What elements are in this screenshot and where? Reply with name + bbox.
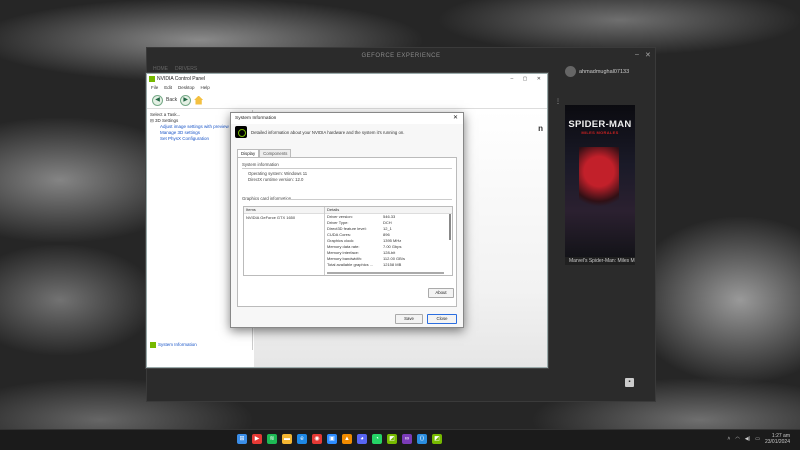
ncp-menubar: File Edit Desktop Help bbox=[147, 84, 547, 92]
gfe-nav: HOME DRIVERS bbox=[153, 66, 197, 72]
gfe-tab-home[interactable]: HOME bbox=[153, 66, 168, 72]
gfe-minimize-button[interactable]: – bbox=[635, 51, 639, 58]
details-scrollbar[interactable] bbox=[449, 214, 451, 240]
game-card-spiderman[interactable]: SPIDER-MAN MILES MORALES Marvel's Spider… bbox=[565, 105, 635, 265]
clock[interactable]: 1:27 am 23/01/2024 bbox=[765, 433, 790, 445]
display-panel: System information Operating system: Win… bbox=[237, 157, 457, 307]
discord-icon[interactable]: ◕ bbox=[357, 434, 367, 444]
visual-studio-icon[interactable]: ∞ bbox=[402, 434, 412, 444]
zoom-icon[interactable]: ▣ bbox=[327, 434, 337, 444]
spotify-icon[interactable]: ≋ bbox=[267, 434, 277, 444]
system-information-dialog: System Information ✕ Detailed informatio… bbox=[230, 112, 464, 328]
about-button[interactable]: About bbox=[428, 288, 454, 298]
ncp-toolbar: ◀ Back ▶ bbox=[147, 92, 547, 109]
windows-start-icon[interactable]: ⊞ bbox=[237, 434, 247, 444]
nvidia-brand: n bbox=[538, 124, 543, 133]
more-icon[interactable]: ⋮ bbox=[555, 99, 561, 105]
detail-value: 12158 MB bbox=[383, 262, 402, 267]
youtube-icon[interactable]: ▶ bbox=[252, 434, 262, 444]
dialog-tabs: Display Components bbox=[237, 149, 292, 157]
menu-file[interactable]: File bbox=[151, 84, 158, 92]
gfe-tile-controls: ⋮ bbox=[555, 98, 561, 105]
menu-edit[interactable]: Edit bbox=[164, 84, 172, 92]
game-title: Marvel's Spider-Man: Miles Morales bbox=[569, 258, 635, 264]
back-arrow-icon[interactable]: ◀ bbox=[152, 94, 163, 106]
gfe-title: GEFORCE EXPERIENCE bbox=[361, 53, 441, 59]
nvidia-app-icon[interactable]: ◩ bbox=[432, 434, 442, 444]
taskbar: ⊞ ▶ ≋ ▬ e ◉ ▣ ▲ ◕ ◔ ◩ ∞ ⟨⟩ ◩ ˄ ◠ ◀) ▭ 1:27 am 23/01/2… bbox=[0, 429, 800, 450]
vscode-icon[interactable]: ⟨⟩ bbox=[417, 434, 427, 444]
divider bbox=[242, 168, 452, 169]
directx-row: DirectX runtime version: 12.0 bbox=[248, 177, 304, 182]
close-button[interactable]: Close bbox=[427, 314, 457, 324]
forward-arrow-icon[interactable]: ▶ bbox=[180, 94, 192, 106]
gfe-close-button[interactable]: ✕ bbox=[645, 51, 651, 59]
battery-icon[interactable]: ▭ bbox=[755, 436, 760, 442]
home-icon[interactable] bbox=[194, 95, 204, 105]
volume-icon[interactable]: ◀) bbox=[745, 436, 751, 442]
graphics-info-table: Items NVIDIA GeForce GTX 1650 Details Dr… bbox=[243, 206, 453, 276]
menu-help[interactable]: Help bbox=[201, 84, 210, 92]
detail-row: Total available graphics ... 12158 MB bbox=[325, 262, 452, 268]
game-logo: SPIDER-MAN MILES MORALES bbox=[568, 119, 632, 135]
gfe-username: ahmadmughal07133 bbox=[579, 68, 630, 75]
system-info-heading: System information bbox=[242, 162, 279, 167]
os-row: Operating system: Windows 11 bbox=[248, 171, 308, 176]
details-column: Details Driver version: 546.33 Driver Type… bbox=[325, 207, 452, 275]
items-header: Items bbox=[244, 207, 324, 214]
nvidia-icon[interactable]: ◩ bbox=[387, 434, 397, 444]
gpu-item[interactable]: NVIDIA GeForce GTX 1650 bbox=[244, 214, 324, 221]
edge-icon[interactable]: e bbox=[297, 434, 307, 444]
close-icon[interactable]: ✕ bbox=[453, 113, 458, 124]
chrome-icon[interactable]: ◉ bbox=[312, 434, 322, 444]
chevron-up-icon[interactable]: ˄ bbox=[727, 436, 730, 442]
system-information-link[interactable]: System Information bbox=[150, 342, 197, 348]
feedback-icon[interactable]: ▪ bbox=[625, 378, 634, 387]
gfe-tab-drivers[interactable]: DRIVERS bbox=[175, 66, 197, 72]
gfe-user[interactable]: ahmadmughal07133 bbox=[565, 66, 629, 77]
game-art: SPIDER-MAN MILES MORALES bbox=[565, 105, 635, 257]
tab-display[interactable]: Display bbox=[237, 149, 260, 157]
save-button[interactable]: Save bbox=[395, 314, 423, 324]
window-controls[interactable]: – ▢ ✕ bbox=[511, 74, 545, 84]
tab-components[interactable]: Components bbox=[259, 149, 292, 157]
divider bbox=[282, 199, 452, 200]
dialog-title: System Information bbox=[235, 116, 277, 121]
dialog-titlebar: System Information ✕ bbox=[231, 113, 463, 124]
back-label[interactable]: Back bbox=[166, 97, 177, 103]
info-icon bbox=[150, 342, 156, 348]
hero-image bbox=[579, 147, 619, 217]
file-explorer-icon[interactable]: ▬ bbox=[282, 434, 292, 444]
clock-date: 23/01/2024 bbox=[764, 439, 790, 445]
system-tray: ˄ ◠ ◀) ▭ 1:27 am 23/01/2024 bbox=[727, 433, 790, 445]
whatsapp-icon[interactable]: ◔ bbox=[372, 434, 382, 444]
vlc-icon[interactable]: ▲ bbox=[342, 434, 352, 444]
nvidia-icon bbox=[149, 76, 155, 82]
avatar bbox=[565, 66, 576, 77]
taskbar-apps: ⊞ ▶ ≋ ▬ e ◉ ▣ ▲ ◕ ◔ ◩ ∞ ⟨⟩ ◩ bbox=[237, 434, 442, 444]
dialog-description: Detailed information about your NVIDIA h… bbox=[251, 129, 405, 135]
menu-desktop[interactable]: Desktop bbox=[178, 84, 195, 92]
wifi-icon[interactable]: ◠ bbox=[735, 436, 739, 442]
details-header: Details bbox=[325, 207, 452, 214]
dialog-header: Detailed information about your NVIDIA h… bbox=[235, 126, 404, 138]
items-column: Items NVIDIA GeForce GTX 1650 bbox=[244, 207, 325, 275]
detail-key: Total available graphics ... bbox=[327, 262, 374, 267]
ncp-title: NVIDIA Control Panel bbox=[157, 76, 206, 82]
ncp-titlebar: NVIDIA Control Panel – ▢ ✕ bbox=[147, 74, 547, 84]
nvidia-logo-icon bbox=[235, 126, 247, 138]
details-hscrollbar[interactable] bbox=[327, 272, 444, 274]
